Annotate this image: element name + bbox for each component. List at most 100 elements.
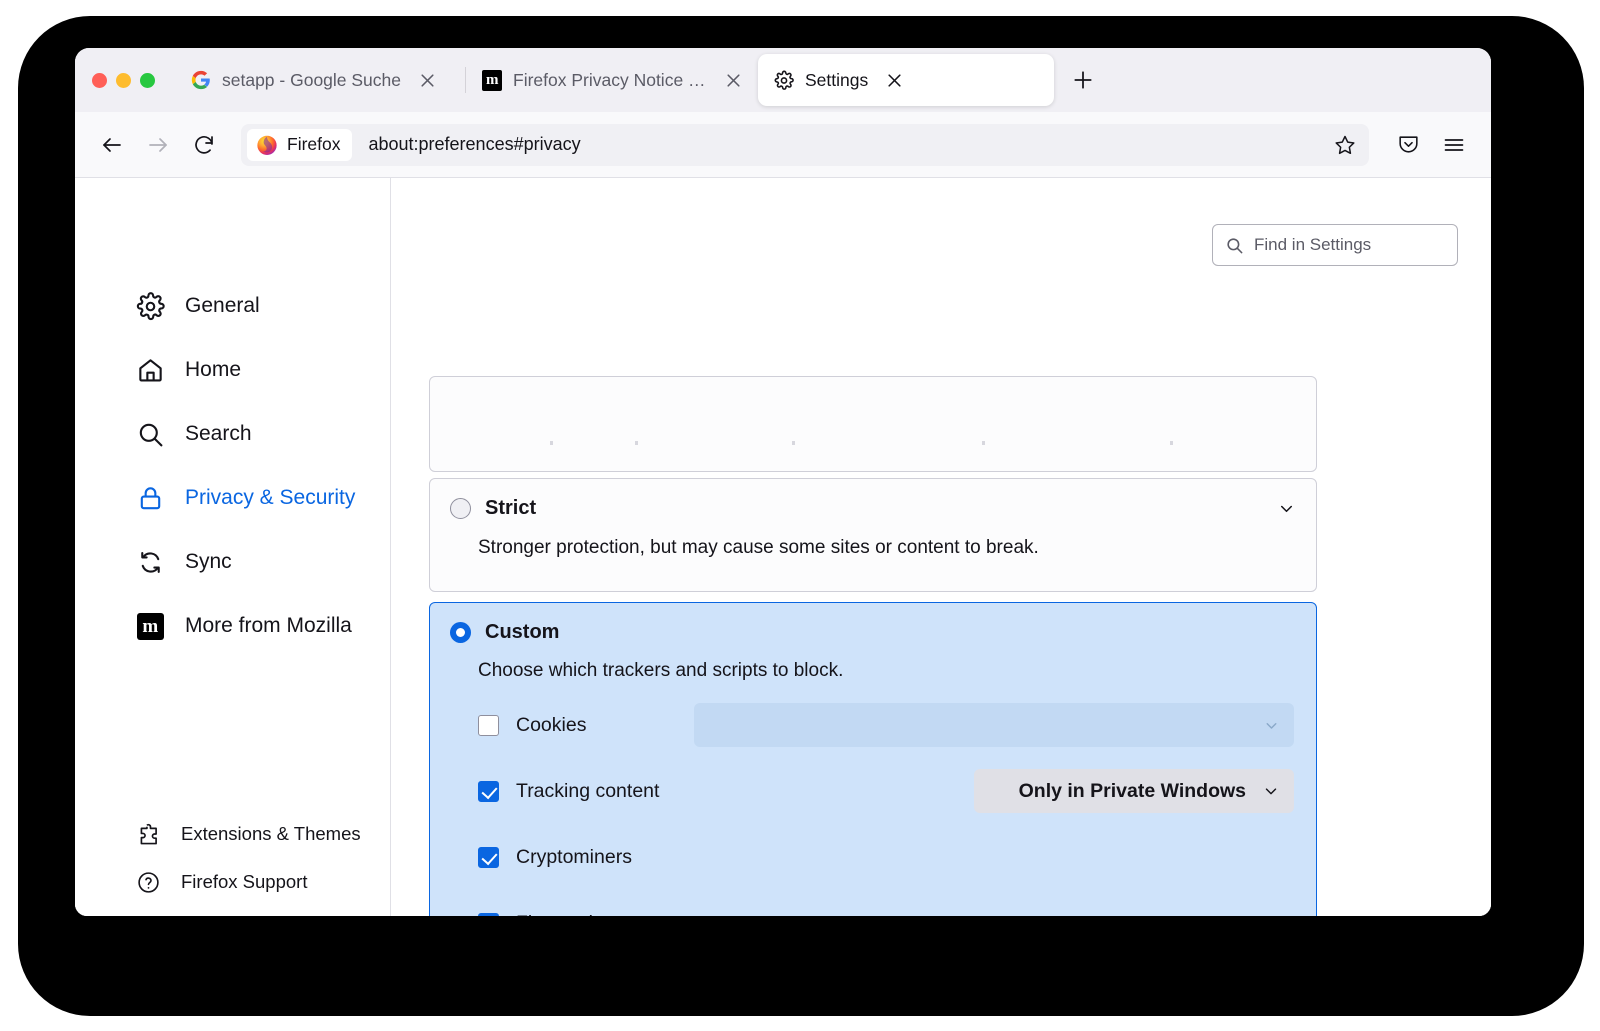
sidebar-item-general[interactable]: General bbox=[75, 274, 390, 338]
tracking-content-dropdown[interactable]: Only in Private Windows bbox=[974, 769, 1294, 813]
reload-button[interactable] bbox=[183, 124, 225, 166]
custom-header: Custom bbox=[430, 603, 1316, 644]
custom-radio[interactable] bbox=[450, 622, 471, 643]
tracking-content-label: Tracking content bbox=[516, 780, 659, 803]
mozilla-m-icon: m bbox=[135, 611, 165, 641]
app-menu-button[interactable] bbox=[1433, 124, 1475, 166]
zoom-window-button[interactable] bbox=[140, 73, 155, 88]
protection-card-partial[interactable] bbox=[429, 376, 1317, 472]
close-window-button[interactable] bbox=[92, 73, 107, 88]
gear-icon bbox=[135, 291, 165, 321]
browser-window: setapp - Google Suche m Firefox Privacy … bbox=[75, 48, 1491, 916]
chevron-down-icon bbox=[1263, 717, 1280, 734]
close-icon[interactable] bbox=[722, 69, 744, 91]
search-icon bbox=[135, 419, 165, 449]
search-placeholder: Find in Settings bbox=[1254, 235, 1371, 255]
url-bar[interactable]: Firefox about:preferences#privacy bbox=[241, 124, 1369, 166]
fingerprinters-checkbox[interactable] bbox=[478, 913, 499, 917]
sidebar-item-label: Firefox Support bbox=[181, 871, 307, 893]
cryptominers-checkbox[interactable] bbox=[478, 847, 499, 868]
sidebar-item-sync[interactable]: Sync bbox=[75, 530, 390, 594]
close-icon[interactable] bbox=[883, 69, 905, 91]
forward-arrow-icon bbox=[146, 133, 170, 157]
search-icon bbox=[1225, 236, 1244, 255]
window-traffic-lights bbox=[92, 73, 155, 88]
sidebar-item-more-from-mozilla[interactable]: m More from Mozilla bbox=[75, 594, 390, 658]
sidebar-item-label: Extensions & Themes bbox=[181, 823, 361, 845]
home-icon bbox=[135, 355, 165, 385]
puzzle-piece-icon bbox=[135, 821, 161, 847]
strict-header: Strict bbox=[430, 479, 1316, 520]
strict-radio[interactable] bbox=[450, 498, 471, 519]
minimize-window-button[interactable] bbox=[116, 73, 131, 88]
chevron-down-icon[interactable] bbox=[1277, 499, 1296, 518]
sidebar-item-label: Home bbox=[185, 358, 241, 382]
hamburger-menu-icon bbox=[1442, 133, 1466, 157]
sidebar-footer: Extensions & Themes Firefox Support bbox=[75, 810, 390, 906]
option-row-fingerprinters: Fingerprinters bbox=[430, 900, 1316, 916]
sidebar-item-firefox-support[interactable]: Firefox Support bbox=[75, 858, 390, 906]
tracking-content-dropdown-value: Only in Private Windows bbox=[1019, 780, 1246, 803]
tab-strip: setapp - Google Suche m Firefox Privacy … bbox=[75, 48, 1491, 112]
tab-list: setapp - Google Suche m Firefox Privacy … bbox=[175, 48, 1491, 112]
custom-title: Custom bbox=[485, 621, 559, 644]
sidebar-item-label: More from Mozilla bbox=[185, 614, 352, 638]
pocket-icon bbox=[1396, 132, 1421, 157]
star-icon[interactable] bbox=[1327, 127, 1363, 163]
protection-level-strict[interactable]: Strict Stronger protection, but may caus… bbox=[429, 478, 1317, 592]
sidebar-item-label: Sync bbox=[185, 550, 232, 574]
sidebar-nav-list: General Home bbox=[75, 274, 390, 658]
new-tab-button[interactable] bbox=[1064, 61, 1102, 99]
strict-title: Strict bbox=[485, 497, 536, 520]
identity-chip[interactable]: Firefox bbox=[247, 129, 352, 161]
tracking-content-checkbox[interactable] bbox=[478, 781, 499, 802]
option-row-tracking-content: Tracking content Only in Private Windows bbox=[430, 768, 1316, 814]
url-text[interactable]: about:preferences#privacy bbox=[368, 134, 1327, 155]
tab-title: setapp - Google Suche bbox=[222, 70, 401, 91]
forward-button[interactable] bbox=[137, 124, 179, 166]
tab-settings[interactable]: Settings bbox=[758, 54, 1054, 106]
strict-description: Stronger protection, but may cause some … bbox=[430, 520, 1316, 559]
cookies-dropdown bbox=[694, 703, 1294, 747]
firefox-logo-icon bbox=[256, 134, 278, 156]
navigation-toolbar: Firefox about:preferences#privacy bbox=[75, 112, 1491, 178]
fingerprinters-label: Fingerprinters bbox=[516, 912, 636, 917]
custom-description: Choose which trackers and scripts to blo… bbox=[430, 644, 1316, 682]
settings-page: General Home bbox=[75, 178, 1491, 916]
mozilla-m-icon: m bbox=[482, 70, 502, 90]
tab-title: Settings bbox=[805, 70, 868, 91]
gear-icon bbox=[774, 70, 794, 90]
cryptominers-label: Cryptominers bbox=[516, 846, 632, 869]
search-input[interactable]: Find in Settings bbox=[1212, 224, 1458, 266]
back-arrow-icon bbox=[100, 133, 124, 157]
sidebar-item-label: Search bbox=[185, 422, 252, 446]
cookies-checkbox[interactable] bbox=[478, 715, 499, 736]
chevron-down-icon bbox=[1262, 782, 1280, 800]
sidebar-item-label: Privacy & Security bbox=[185, 486, 355, 510]
back-button[interactable] bbox=[91, 124, 133, 166]
tab-firefox-privacy-notice[interactable]: m Firefox Privacy Notice — Mozilla bbox=[466, 54, 758, 106]
close-icon[interactable] bbox=[416, 69, 438, 91]
plus-icon bbox=[1072, 69, 1094, 91]
google-icon bbox=[191, 70, 211, 90]
card-partial-ghost-content bbox=[470, 441, 1276, 443]
reload-icon bbox=[192, 133, 216, 157]
sidebar-item-privacy-security[interactable]: Privacy & Security bbox=[75, 466, 390, 530]
identity-chip-label: Firefox bbox=[287, 134, 340, 155]
tab-google-suche[interactable]: setapp - Google Suche bbox=[175, 54, 465, 106]
option-row-cookies: Cookies bbox=[430, 702, 1316, 748]
protection-level-custom[interactable]: Custom Choose which trackers and scripts… bbox=[429, 602, 1317, 916]
sidebar-item-search[interactable]: Search bbox=[75, 402, 390, 466]
sidebar-item-home[interactable]: Home bbox=[75, 338, 390, 402]
sidebar-item-extensions-themes[interactable]: Extensions & Themes bbox=[75, 810, 390, 858]
lock-icon bbox=[135, 483, 165, 513]
sidebar-item-label: General bbox=[185, 294, 260, 318]
settings-main-pane: Find in Settings Strict bbox=[391, 178, 1491, 916]
pocket-button[interactable] bbox=[1387, 124, 1429, 166]
cookies-label: Cookies bbox=[516, 714, 586, 737]
settings-sidebar: General Home bbox=[75, 178, 391, 916]
sync-icon bbox=[135, 547, 165, 577]
question-circle-icon bbox=[135, 869, 161, 895]
tab-title: Firefox Privacy Notice — Mozilla bbox=[513, 70, 707, 91]
option-row-cryptominers: Cryptominers bbox=[430, 834, 1316, 880]
